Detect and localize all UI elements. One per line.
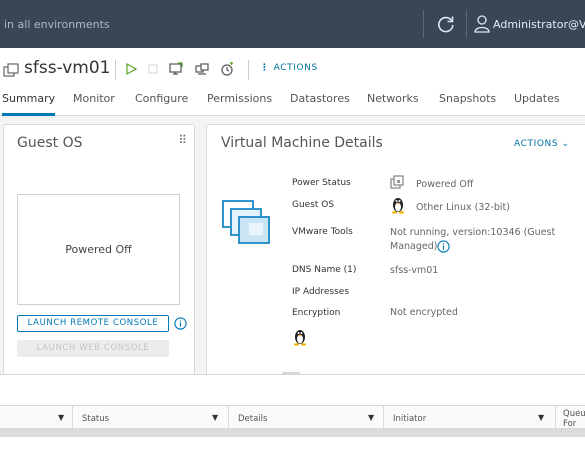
column-queued-label: Queu (563, 409, 585, 419)
console-thumbnail[interactable]: Powered Off (17, 194, 180, 305)
launch-web-console-button[interactable]: LAUNCH WEB CONSOLE (17, 340, 169, 357)
tab-updates[interactable]: Updates (514, 91, 560, 116)
header-divider (423, 10, 424, 38)
header-divider (466, 10, 467, 38)
column-queued-label-cont: For (563, 419, 577, 429)
vm-icon (3, 63, 19, 77)
object-header: sfss-vm01 ⋮ ACTIONS Summary Monitor Confi… (0, 48, 585, 116)
power-status-value: Powered Off (416, 179, 474, 190)
column-header-task[interactable]: ▼ (0, 406, 73, 430)
dns-name-label: DNS Name (1) (292, 265, 357, 275)
actions-label: ACTIONS (514, 139, 559, 149)
guest-os-value: Other Linux (32-bit) (416, 202, 510, 213)
console-status-text: Powered Off (65, 243, 132, 256)
refresh-icon[interactable] (436, 14, 456, 34)
vmware-tools-value-cont: Managed) (390, 241, 438, 252)
vm-details-card: Virtual Machine Details ACTIONS ⌄ Power … (206, 124, 585, 376)
filter-icon[interactable]: ▼ (368, 413, 374, 422)
column-header-details[interactable]: Details ▼ (229, 406, 384, 430)
linux-tux-icon (294, 330, 306, 346)
summary-content: Guest OS ⠿ Powered Off LAUNCH REMOTE CON… (0, 116, 585, 376)
tab-snapshots[interactable]: Snapshots (439, 91, 496, 116)
drag-handle-icon[interactable]: ⠿ (178, 133, 187, 147)
launch-console-icon[interactable] (169, 62, 183, 76)
column-initiator-label: Initiator (393, 414, 427, 424)
tab-monitor[interactable]: Monitor (73, 91, 115, 116)
power-status-label: Power Status (292, 178, 351, 188)
tab-configure[interactable]: Configure (135, 91, 188, 116)
launch-remote-console-button[interactable]: LAUNCH REMOTE CONSOLE (17, 315, 169, 332)
more-vertical-icon: ⋮ (260, 63, 270, 73)
vm-powered-off-icon (390, 175, 404, 189)
encryption-value: Not encrypted (390, 307, 458, 318)
migrate-icon[interactable] (195, 62, 209, 76)
user-menu[interactable]: Administrator@VS (493, 18, 585, 31)
info-icon[interactable] (437, 240, 450, 253)
actions-label: ACTIONS (273, 63, 318, 73)
vm-details-actions-menu[interactable]: ACTIONS ⌄ (514, 139, 570, 149)
search-scope-text[interactable]: in all environments (4, 18, 110, 31)
vmware-tools-label: VMware Tools (292, 227, 353, 237)
dns-name-value: sfss-vm01 (390, 265, 439, 276)
tab-permissions[interactable]: Permissions (207, 91, 272, 116)
tab-networks[interactable]: Networks (367, 91, 419, 116)
recent-tasks-pane: ▼ Status ▼ Details ▼ Initiator ▼ Queu Fo… (0, 374, 585, 457)
tab-summary[interactable]: Summary (2, 91, 56, 116)
filter-icon[interactable]: ▼ (58, 413, 64, 422)
toolbar-divider (248, 60, 249, 80)
column-header-status[interactable]: Status ▼ (73, 406, 229, 430)
toolbar-divider (115, 60, 116, 80)
info-icon[interactable] (174, 317, 187, 330)
column-status-label: Status (82, 414, 110, 424)
filter-icon[interactable]: ▼ (538, 413, 544, 422)
tasks-footer (0, 437, 585, 457)
tab-datastores[interactable]: Datastores (290, 91, 350, 116)
actions-menu[interactable]: ⋮ ACTIONS (260, 63, 318, 73)
power-off-icon[interactable] (146, 62, 160, 76)
power-on-icon[interactable] (124, 62, 138, 76)
virtual-machine-icon (222, 200, 270, 244)
linux-tux-icon (392, 198, 404, 214)
snapshot-icon[interactable] (220, 62, 234, 76)
guest-os-title: Guest OS (17, 135, 83, 151)
user-icon[interactable] (474, 15, 490, 33)
global-header: in all environments Administrator@VS (0, 0, 585, 48)
guest-os-card: Guest OS ⠿ Powered Off LAUNCH REMOTE CON… (3, 124, 195, 376)
vm-title: sfss-vm01 (24, 58, 111, 78)
horizontal-scrollbar[interactable] (0, 429, 585, 437)
column-header-queued[interactable]: Queu For (556, 406, 585, 430)
vmware-tools-value: Not running, version:10346 (Guest (390, 227, 556, 238)
vm-details-title: Virtual Machine Details (221, 135, 383, 151)
chevron-down-icon: ⌄ (561, 139, 570, 149)
column-details-label: Details (238, 414, 268, 424)
column-header-initiator[interactable]: Initiator ▼ (384, 406, 556, 430)
tasks-grid-header: ▼ Status ▼ Details ▼ Initiator ▼ Queu Fo… (0, 405, 585, 430)
encryption-label: Encryption (292, 308, 341, 318)
filter-icon[interactable]: ▼ (212, 413, 218, 422)
ip-addresses-label: IP Addresses (292, 287, 350, 297)
tab-bar: Summary Monitor Configure Permissions Da… (0, 91, 585, 116)
guest-os-label: Guest OS (292, 200, 335, 210)
